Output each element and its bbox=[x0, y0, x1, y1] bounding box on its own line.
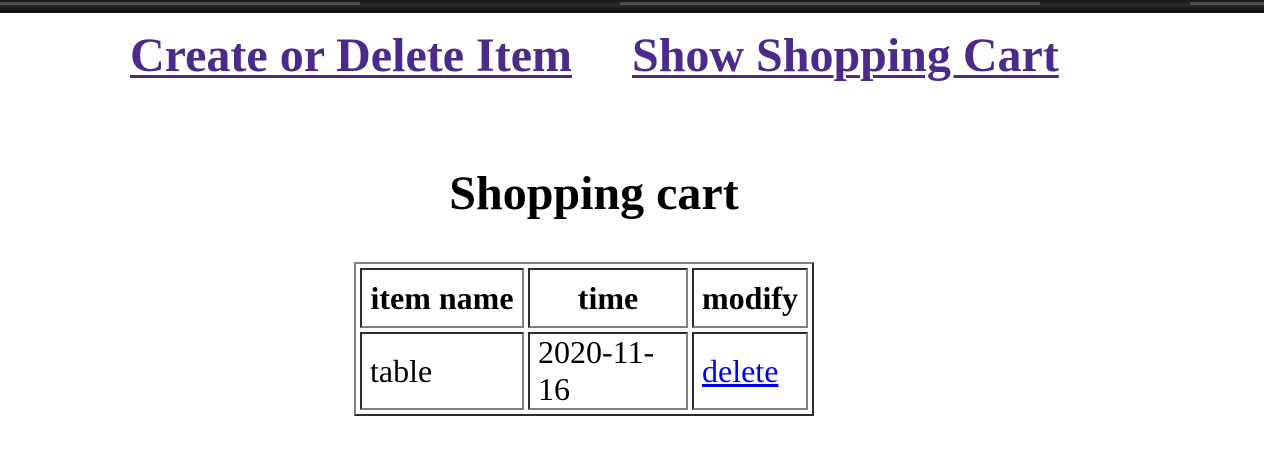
header-time: time bbox=[528, 268, 688, 328]
cell-item-name: table bbox=[360, 332, 524, 410]
top-bar-highlight bbox=[1190, 2, 1264, 5]
top-bar-highlight bbox=[620, 2, 1040, 5]
table-header-row: item name time modify bbox=[360, 268, 808, 328]
show-shopping-cart-link[interactable]: Show Shopping Cart bbox=[632, 28, 1059, 83]
cell-modify: delete bbox=[692, 332, 808, 410]
top-navigation: Create or Delete Item Show Shopping Cart bbox=[130, 28, 1059, 83]
header-modify: modify bbox=[692, 268, 808, 328]
shopping-cart-table: item name time modify table 2020-11-16 d… bbox=[354, 262, 814, 416]
window-top-bar bbox=[0, 0, 1264, 13]
page-title: Shopping cart bbox=[449, 167, 739, 220]
top-bar-highlight bbox=[0, 2, 360, 5]
delete-link[interactable]: delete bbox=[702, 353, 778, 389]
table-row: table 2020-11-16 delete bbox=[360, 332, 808, 410]
header-item-name: item name bbox=[360, 268, 524, 328]
create-or-delete-item-link[interactable]: Create or Delete Item bbox=[130, 29, 572, 82]
cell-time: 2020-11-16 bbox=[528, 332, 688, 410]
